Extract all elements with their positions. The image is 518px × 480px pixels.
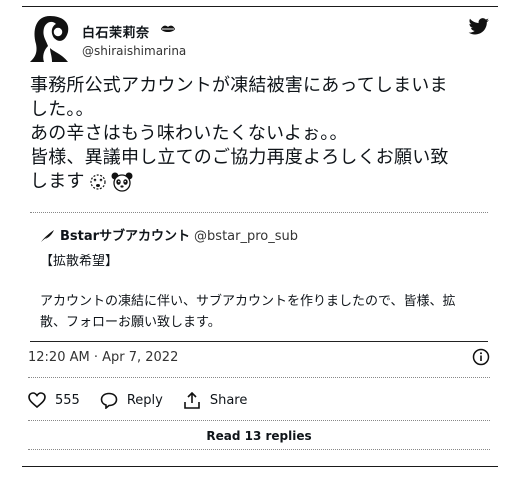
heart-icon: [28, 392, 46, 408]
tweet-timestamp[interactable]: 12:20 AM · Apr 7, 2022: [28, 350, 178, 365]
tweet-card: 白石茉莉奈 @shiraishimarina 事務所公式アカウントが凍結被害にあ…: [0, 0, 518, 480]
info-icon[interactable]: [472, 348, 490, 366]
divider: [28, 377, 490, 378]
like-count: 555: [55, 392, 80, 408]
tweet-line-last: します: [30, 170, 500, 194]
tweet-line: あの辛さはもう味わいたくないよぉ。。: [30, 123, 348, 144]
quoted-tweet[interactable]: Bstarサブアカウント @bstar_pro_sub 【拡散希望】 アカウントの…: [30, 212, 488, 342]
action-bar: 555 Reply Share: [28, 389, 267, 411]
share-button[interactable]: Share: [183, 391, 248, 409]
user-display-name[interactable]: 白石茉莉奈: [82, 22, 150, 41]
reply-button[interactable]: Reply: [100, 392, 163, 409]
tweet-line: します: [30, 171, 85, 192]
tweet-line: 事務所公式アカウントが凍結被害にあってしまいま: [30, 75, 448, 96]
quoted-user-name[interactable]: Bstarサブアカウント: [60, 229, 190, 244]
quoted-user-handle[interactable]: @bstar_pro_sub: [194, 229, 298, 244]
divider: [28, 449, 490, 450]
quoted-tweet-header: Bstarサブアカウント @bstar_pro_sub: [40, 225, 298, 244]
tweet-text: 事務所公式アカウントが凍結被害にあってしまいま した。。 あの辛さはもう味わいた…: [30, 74, 500, 194]
speech-bubble-icon: [100, 392, 118, 409]
tweet-line: 皆様、異議申し立てのご協力再度よろしくお願い致: [30, 147, 449, 168]
dizzy-face-icon: [90, 174, 106, 190]
lips-icon: [161, 25, 175, 32]
twitter-bird-icon[interactable]: [468, 18, 490, 36]
user-handle[interactable]: @shiraishimarina: [82, 44, 186, 58]
top-border: [22, 6, 498, 7]
avatar[interactable]: [28, 14, 72, 64]
reply-label: Reply: [126, 392, 163, 408]
read-replies-button[interactable]: Read 13 replies: [30, 424, 488, 448]
bottom-border: [22, 466, 498, 467]
share-upload-icon: [184, 391, 200, 409]
like-button[interactable]: 555: [28, 392, 80, 408]
quoted-tag: 【拡散希望】: [40, 254, 119, 269]
feather-icon: [41, 230, 54, 242]
share-label: Share: [209, 392, 248, 408]
panda-face-icon: [111, 172, 133, 192]
divider: [28, 420, 490, 421]
quoted-tweet-text: アカウントの凍結に伴い、サブアカウントを作りましたので、皆様、拡散、フォローお願…: [40, 294, 456, 330]
tweet-line: した。。: [30, 99, 94, 120]
